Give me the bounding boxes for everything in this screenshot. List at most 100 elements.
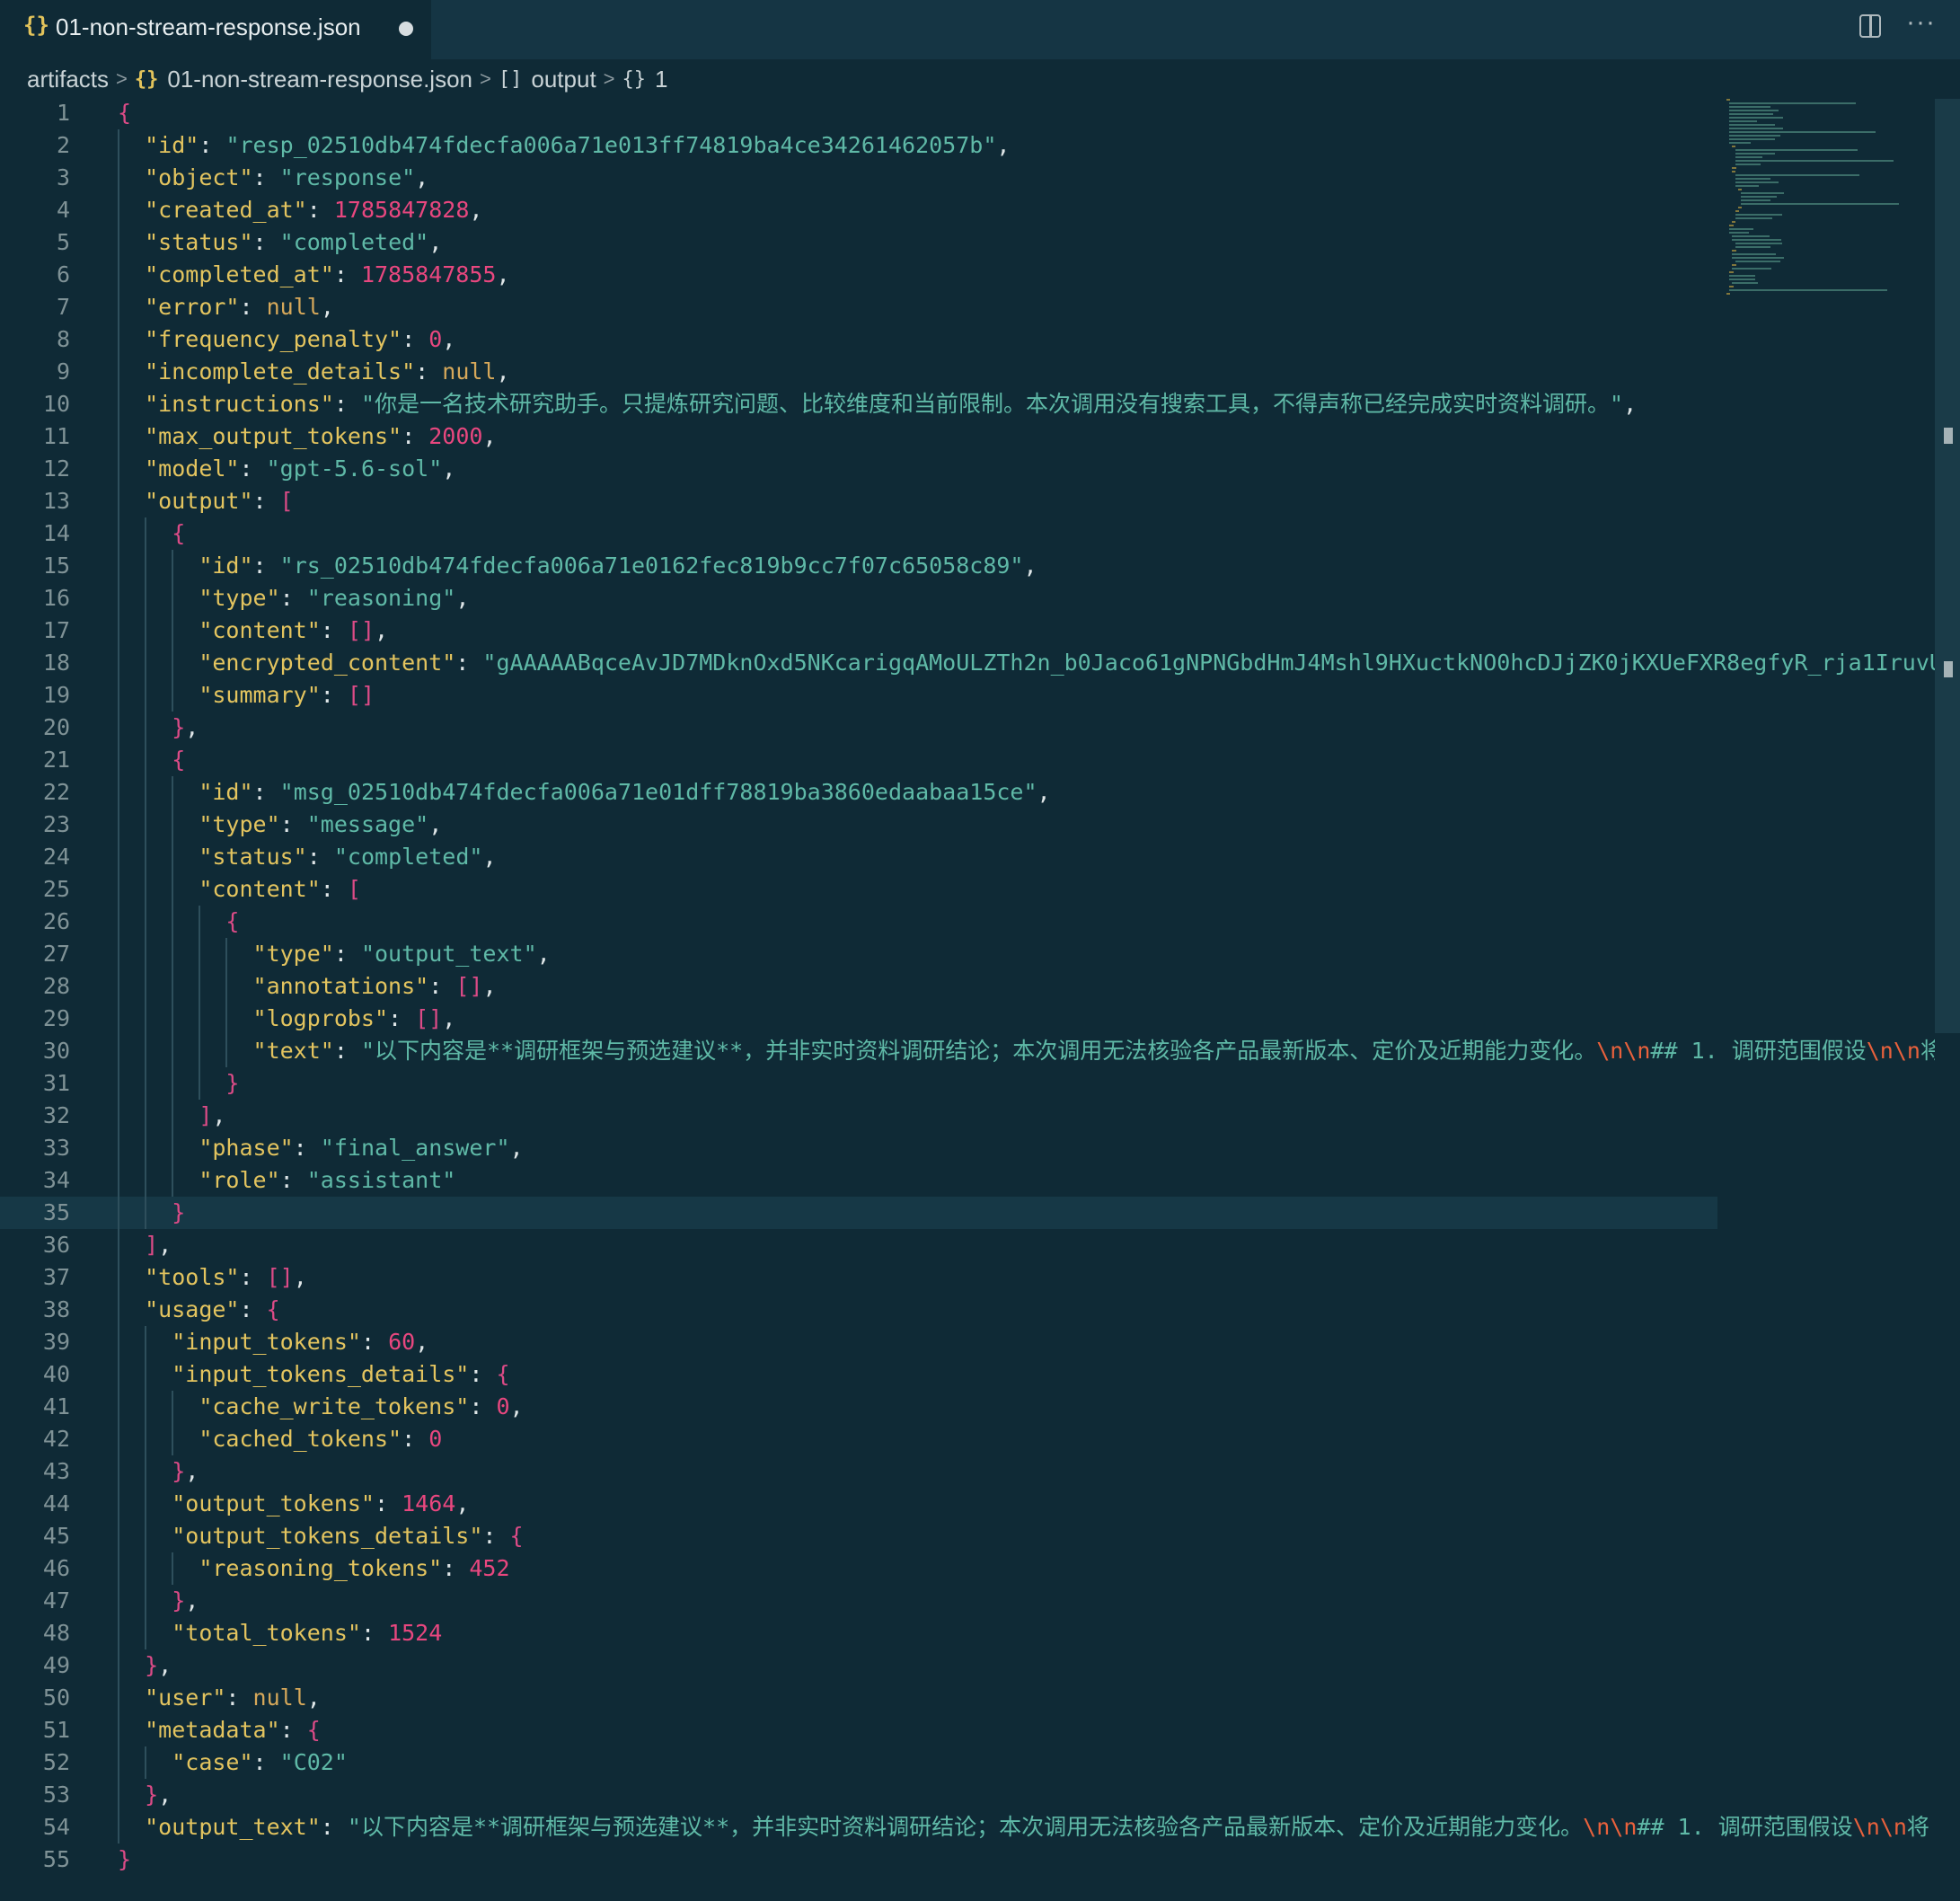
code-line[interactable]: 6 "completed_at": 1785847855, [0,259,1931,291]
code-line[interactable]: 41 "cache_write_tokens": 0, [0,1391,1931,1423]
indent-guide [145,1455,147,1488]
unsaved-dot-icon[interactable] [399,22,413,36]
code-editor[interactable]: 1{2 "id": "resp_02510db474fdecfa006a71e0… [0,97,1960,1901]
code-line[interactable]: 50 "user": null, [0,1682,1931,1714]
code-line[interactable]: 51 "metadata": { [0,1714,1931,1746]
code-line[interactable]: 25 "content": [ [0,873,1931,906]
line-number: 21 [42,747,70,773]
minimap-line [1726,99,1730,101]
minimap-line [1732,239,1782,241]
code-line[interactable]: 36 ], [0,1229,1931,1261]
line-content: "output_tokens_details": { [172,1523,524,1549]
line-number: 43 [42,1458,70,1484]
code-line[interactable]: 39 "input_tokens": 60, [0,1326,1931,1358]
code-line[interactable]: 21 { [0,744,1931,776]
code-line[interactable]: 29 "logprobs": [], [0,1003,1931,1035]
code-line[interactable]: 18 "encrypted_content": "gAAAAABqceAvJD7… [0,647,1937,679]
object-icon: {} [622,67,647,91]
code-line[interactable]: 23 "type": "message", [0,809,1931,841]
code-line[interactable]: 26 { [0,906,1931,938]
indent-guide [118,1779,119,1811]
indent-guide [172,1391,174,1423]
code-line[interactable]: 27 "type": "output_text", [0,938,1931,970]
code-line[interactable]: 28 "annotations": [], [0,970,1931,1003]
code-line[interactable]: 42 "cached_tokens": 0 [0,1423,1931,1455]
breadcrumb-object[interactable]: 1 [655,66,667,93]
code-line[interactable]: 31 } [0,1067,1931,1100]
breadcrumb-array[interactable]: output [531,66,596,93]
code-line[interactable]: 30 "text": "以下内容是**调研框架与预选建议**，并非实时资料调研结… [0,1035,1937,1067]
code-line[interactable]: 49 }, [0,1649,1931,1682]
minimap-line [1729,120,1757,122]
code-line[interactable]: 48 "total_tokens": 1524 [0,1617,1931,1649]
code-line[interactable]: 22 "id": "msg_02510db474fdecfa006a71e01d… [0,776,1931,809]
code-line[interactable]: 11 "max_output_tokens": 2000, [0,420,1931,453]
code-line[interactable]: 38 "usage": { [0,1294,1931,1326]
line-number: 2 [56,132,70,158]
code-line[interactable]: 40 "input_tokens_details": { [0,1358,1931,1391]
line-number: 37 [42,1264,70,1290]
code-line[interactable]: 5 "status": "completed", [0,226,1931,259]
indent-guide [145,1391,147,1423]
more-actions-icon[interactable]: ··· [1906,7,1936,38]
code-line[interactable]: 47 }, [0,1585,1931,1617]
code-line[interactable]: 53 }, [0,1779,1931,1811]
code-line[interactable]: 24 "status": "completed", [0,841,1931,873]
code-line[interactable]: 20 }, [0,712,1931,744]
code-line[interactable]: 35 } [0,1197,1717,1229]
code-line[interactable]: 37 "tools": [], [0,1261,1931,1294]
indent-guide [172,1552,174,1585]
code-line[interactable]: 3 "object": "response", [0,162,1931,194]
code-line[interactable]: 8 "frequency_penalty": 0, [0,323,1931,356]
indent-guide [118,550,119,582]
code-line[interactable]: 44 "output_tokens": 1464, [0,1488,1931,1520]
code-line[interactable]: 46 "reasoning_tokens": 452 [0,1552,1931,1585]
code-line[interactable]: 33 "phase": "final_answer", [0,1132,1931,1164]
scrollbar-thumb[interactable] [1935,99,1960,1033]
indent-guide [118,1552,119,1585]
indent-guide [118,1682,119,1714]
code-line[interactable]: 10 "instructions": "你是一名技术研究助手。只提炼研究问题、比… [0,388,1931,420]
line-content: "type": "message", [199,811,443,837]
code-line[interactable]: 34 "role": "assistant" [0,1164,1931,1197]
tab-json-file[interactable]: {} 01-non-stream-response.json [0,0,431,59]
indent-guide [118,453,119,485]
minimap[interactable] [1726,99,1933,305]
code-line[interactable]: 2 "id": "resp_02510db474fdecfa006a71e013… [0,129,1931,162]
code-line[interactable]: 17 "content": [], [0,615,1931,647]
code-line[interactable]: 1{ [0,97,1931,129]
code-line[interactable]: 45 "output_tokens_details": { [0,1520,1931,1552]
line-content: } [118,1846,132,1872]
code-line[interactable]: 4 "created_at": 1785847828, [0,194,1931,226]
breadcrumb-file[interactable]: 01-non-stream-response.json [167,66,472,93]
indent-guide [172,1067,174,1100]
code-line[interactable]: 15 "id": "rs_02510db474fdecfa006a71e0162… [0,550,1931,582]
indent-guide [118,1003,119,1035]
code-line[interactable]: 32 ], [0,1100,1931,1132]
indent-guide [118,1488,119,1520]
minimap-line [1729,138,1775,140]
minimap-line [1729,275,1755,277]
split-editor-icon[interactable] [1859,14,1881,38]
indent-guide [118,679,119,712]
minimap-line [1735,261,1781,262]
line-content: "content": [ [199,876,361,902]
indent-guide [172,679,174,712]
breadcrumb-folder[interactable]: artifacts [27,66,109,93]
code-line[interactable]: 52 "case": "C02" [0,1746,1931,1779]
line-content: "max_output_tokens": 2000, [145,423,497,449]
code-line[interactable]: 7 "error": null, [0,291,1931,323]
code-line[interactable]: 14 { [0,517,1931,550]
code-line[interactable]: 55} [0,1844,1931,1876]
line-content: "model": "gpt-5.6-sol", [145,455,456,482]
code-line[interactable]: 16 "type": "reasoning", [0,582,1931,615]
line-content: "status": "completed", [199,844,497,870]
indent-guide [118,1520,119,1552]
code-line[interactable]: 54 "output_text": "以下内容是**调研框架与预选建议**，并非… [0,1811,1931,1844]
code-line[interactable]: 12 "model": "gpt-5.6-sol", [0,453,1931,485]
code-line[interactable]: 19 "summary": [] [0,679,1931,712]
code-line[interactable]: 9 "incomplete_details": null, [0,356,1931,388]
code-line[interactable]: 13 "output": [ [0,485,1931,517]
code-line[interactable]: 43 }, [0,1455,1931,1488]
breadcrumb: artifacts > {} 01-non-stream-response.js… [27,63,668,95]
